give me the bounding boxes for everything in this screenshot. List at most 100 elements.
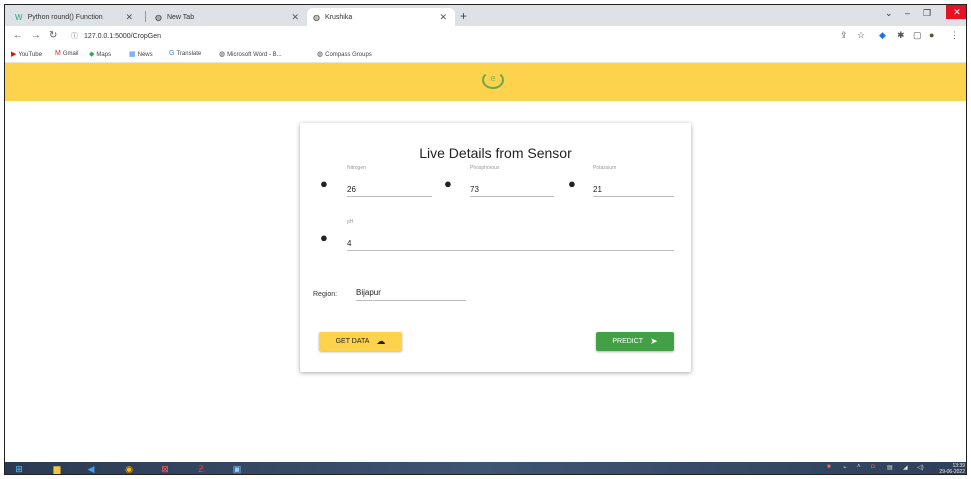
avatar[interactable]: ● xyxy=(929,30,934,40)
puzzle-icon[interactable]: ✱ xyxy=(897,30,905,41)
info-icon[interactable]: ⓘ xyxy=(71,33,78,40)
cloud-icon: ☁ xyxy=(376,336,386,346)
user-circle-icon: ● xyxy=(568,176,576,191)
star-icon[interactable]: ☆ xyxy=(857,30,865,41)
screenshot-frame: W Python round() Function ✕ ◍ New Tab ✕ … xyxy=(4,4,967,475)
bookmarks-bar: ▶ YouTube M Gmail ◆ Maps ▦ News G Translate ◍… xyxy=(5,47,966,63)
filezilla-icon[interactable]: Ƶ xyxy=(195,463,207,474)
new-tab-plus-icon[interactable]: + xyxy=(460,9,467,23)
nitrogen-label: Nitrogen xyxy=(347,165,366,171)
bookmark-maps[interactable]: ◆ Maps xyxy=(89,50,111,58)
address-row: ← → ↻ ⓘ 127.0.0.1:5000/CropGen ⇪ ☆ ◆ ✱ ▢… xyxy=(5,26,966,47)
predict-label: PREDICT xyxy=(612,338,644,345)
tab-new-tab[interactable]: ◍ New Tab ✕ xyxy=(149,8,307,26)
maps-icon: ◆ xyxy=(89,51,95,58)
bookmark-label: Translate xyxy=(176,51,202,57)
chrome-icon[interactable]: ◉ xyxy=(123,463,135,474)
menu-icon[interactable]: ⋮ xyxy=(950,30,959,41)
bookmark-word[interactable]: ◍ Microsoft Word - B... xyxy=(219,50,282,58)
close-icon[interactable]: ✕ xyxy=(125,12,133,23)
user-circle-icon: ● xyxy=(444,176,452,191)
clock-date: 29-06-2022 xyxy=(939,469,965,475)
bookmark-label: News xyxy=(137,52,153,58)
taskbar-clock[interactable]: 13:39 29-06-2022 xyxy=(939,463,965,475)
window-close-icon[interactable]: ✕ xyxy=(946,5,966,19)
globe-icon: ◍ xyxy=(313,12,320,22)
region-label: Region: xyxy=(313,291,338,298)
phosphorous-label: Phosphorous xyxy=(470,165,500,171)
tray-wifi-icon[interactable]: ◢ xyxy=(903,464,908,471)
user-circle-icon: ● xyxy=(320,176,328,191)
predict-button[interactable]: PREDICT ➤ xyxy=(596,332,674,351)
ph-field: ● pH xyxy=(320,219,674,251)
news-icon: ▦ xyxy=(129,51,136,58)
card-title: Live Details from Sensor xyxy=(419,145,572,161)
tab-python-round[interactable]: W Python round() Function ✕ xyxy=(9,8,141,26)
bookmark-gmail[interactable]: M Gmail xyxy=(55,50,79,57)
bookmark-label: YouTube xyxy=(18,52,42,58)
krushika-logo-icon[interactable]: ᘓ xyxy=(482,71,504,89)
tray-chevron-icon[interactable]: ˄ xyxy=(857,464,861,470)
phosphorous-field: ● Phosphorous xyxy=(444,165,554,197)
w3schools-icon: W xyxy=(15,12,23,22)
tray-antivirus-icon[interactable]: ◘ xyxy=(871,464,875,470)
region-input[interactable] xyxy=(356,285,466,301)
file-explorer-icon[interactable]: ▆ xyxy=(51,463,63,474)
potassium-input[interactable] xyxy=(593,183,674,197)
reload-icon[interactable]: ↻ xyxy=(49,30,57,41)
photos-icon[interactable]: ▣ xyxy=(231,463,243,474)
tray-app-icon[interactable]: ■ xyxy=(827,464,831,470)
forward-arrow-icon[interactable]: → xyxy=(31,30,41,41)
bookmark-translate[interactable]: G Translate xyxy=(169,50,201,57)
potassium-field: ● Potassium xyxy=(568,165,674,197)
tab-strip: W Python round() Function ✕ ◍ New Tab ✕ … xyxy=(5,5,966,26)
translate-icon: G xyxy=(169,50,175,57)
close-icon[interactable]: ✕ xyxy=(291,12,299,23)
potassium-label: Potassium xyxy=(593,165,617,171)
bookmark-label: Microsoft Word - B... xyxy=(227,52,282,58)
user-circle-icon: ● xyxy=(320,230,328,245)
nitrogen-field: ● Nitrogen xyxy=(320,165,432,197)
tray-volume-icon[interactable]: ◁) xyxy=(917,464,924,471)
restore-icon[interactable]: ❐ xyxy=(923,8,931,19)
tab-label: Python round() Function xyxy=(27,13,103,21)
globe-icon: ◍ xyxy=(219,51,226,58)
gmail-icon: M xyxy=(55,50,61,57)
page-header: ᘓ xyxy=(5,63,966,101)
windows-start-icon[interactable]: ⊞ xyxy=(13,463,25,474)
get-data-button[interactable]: GET DATA ☁ xyxy=(319,332,402,351)
tab-label: New Tab xyxy=(166,13,195,21)
tray-network-icon[interactable]: ⌁ xyxy=(843,464,847,471)
bookmark-label: Compass Groups xyxy=(325,52,372,58)
bookmark-news[interactable]: ▦ News xyxy=(129,50,153,58)
ph-label: pH xyxy=(347,219,354,225)
nitrogen-input[interactable] xyxy=(347,183,432,197)
ph-input[interactable] xyxy=(347,237,674,251)
globe-icon: ◍ xyxy=(317,51,324,58)
address-bar[interactable]: ⓘ 127.0.0.1:5000/CropGen xyxy=(71,31,161,41)
bookmark-compass[interactable]: ◍ Compass Groups xyxy=(317,50,372,58)
tray-keyboard-icon[interactable]: ▤ xyxy=(887,464,893,471)
tab-separator xyxy=(145,11,146,22)
sensor-details-card: Live Details from Sensor ● Nitrogen ● Ph… xyxy=(300,123,691,372)
close-icon[interactable]: ✕ xyxy=(439,12,447,23)
globe-icon: ◍ xyxy=(155,12,162,22)
tab-label: Krushika xyxy=(324,13,353,21)
youtube-icon: ▶ xyxy=(11,51,17,58)
tab-krushika[interactable]: ◍ Krushika ✕ xyxy=(307,8,455,26)
chevron-down-icon[interactable]: ⌄ xyxy=(885,8,893,19)
app-icon[interactable]: ⊠ xyxy=(159,463,171,474)
url-text: 127.0.0.1:5000/CropGen xyxy=(83,33,162,40)
taskbar: ⊞ ▆ ◀ ◉ ⊠ Ƶ ▣ ■ ⌁ ˄ ◘ ▤ ◢ ◁) 13:39 29-06… xyxy=(5,462,966,475)
bookmark-label: Gmail xyxy=(62,51,79,57)
sidepanel-icon[interactable]: ▢ xyxy=(913,30,922,41)
phosphorous-input[interactable] xyxy=(470,183,554,197)
vscode-icon[interactable]: ◀ xyxy=(85,463,97,474)
send-arrow-icon: ➤ xyxy=(650,336,658,346)
back-arrow-icon[interactable]: ← xyxy=(13,30,23,41)
get-data-label: GET DATA xyxy=(335,338,370,345)
extension-icon[interactable]: ◆ xyxy=(879,30,886,41)
share-icon[interactable]: ⇪ xyxy=(840,30,848,41)
minimize-icon[interactable]: – xyxy=(905,8,910,18)
bookmark-youtube[interactable]: ▶ YouTube xyxy=(11,50,42,58)
